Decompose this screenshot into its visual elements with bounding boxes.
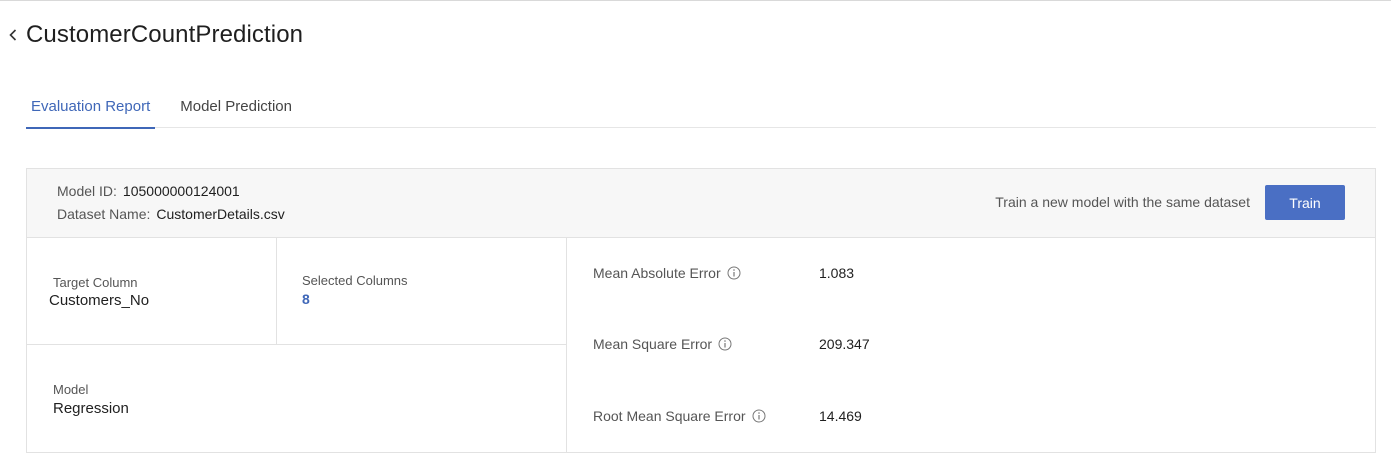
metric-mae-row: Mean Absolute Error: [593, 263, 741, 283]
dataset-name-value: CustomerDetails.csv: [156, 206, 285, 222]
evaluation-card: Model ID: 105000000124001 Dataset Name: Cu…: [26, 168, 1376, 453]
metric-rmse-value: 14.469: [819, 408, 862, 424]
model-label: Model: [53, 382, 89, 397]
model-id-value: 105000000124001: [122, 183, 240, 199]
dataset-name-label: Dataset Name:: [57, 206, 151, 222]
target-column-cell: Target Column Customers_No: [27, 238, 277, 345]
info-icon[interactable]: [752, 409, 766, 423]
tab-model-prediction[interactable]: Model Prediction: [175, 84, 297, 128]
details-grid: Target Column Customers_No Selected Colu…: [27, 238, 1375, 452]
metric-mse-row: Mean Square Error: [593, 334, 732, 354]
selected-columns-label: Selected Columns: [302, 273, 408, 288]
info-icon[interactable]: [727, 266, 741, 280]
train-button[interactable]: Train: [1265, 185, 1345, 220]
metric-rmse-label: Root Mean Square Error: [593, 408, 746, 424]
metric-mae-label: Mean Absolute Error: [593, 265, 721, 281]
dataset-name-row: Dataset Name: CustomerDetails.csv: [57, 206, 285, 222]
metrics-panel: Mean Absolute Error 1.083 Mean Square Er…: [567, 238, 1375, 452]
metric-mse-label: Mean Square Error: [593, 336, 713, 352]
page-title: CustomerCountPrediction: [26, 21, 304, 48]
tab-bar: Evaluation Report Model Prediction: [26, 84, 1376, 129]
target-column-label: Target Column: [53, 275, 138, 290]
back-chevron-icon[interactable]: [0, 18, 26, 52]
selected-columns-cell: Selected Columns 8: [277, 238, 567, 345]
selected-columns-link[interactable]: 8: [302, 291, 310, 307]
info-icon[interactable]: [718, 337, 732, 351]
metric-mae-value: 1.083: [819, 265, 855, 281]
top-divider: [0, 0, 1391, 1]
metric-mse-value: 209.347: [819, 336, 870, 352]
page-header: CustomerCountPrediction: [0, 18, 303, 52]
tab-evaluation-report[interactable]: Evaluation Report: [26, 84, 156, 129]
model-info-header: Model ID: 105000000124001 Dataset Name: Cu…: [27, 169, 1375, 238]
model-cell: Model Regression: [27, 345, 567, 452]
metric-rmse-row: Root Mean Square Error: [593, 406, 766, 426]
model-value: Regression: [53, 400, 129, 417]
target-column-value: Customers_No: [49, 292, 150, 309]
model-id-row: Model ID: 105000000124001: [57, 183, 240, 199]
train-hint-text: Train a new model with the same dataset: [995, 194, 1250, 210]
model-id-label: Model ID:: [57, 183, 117, 199]
